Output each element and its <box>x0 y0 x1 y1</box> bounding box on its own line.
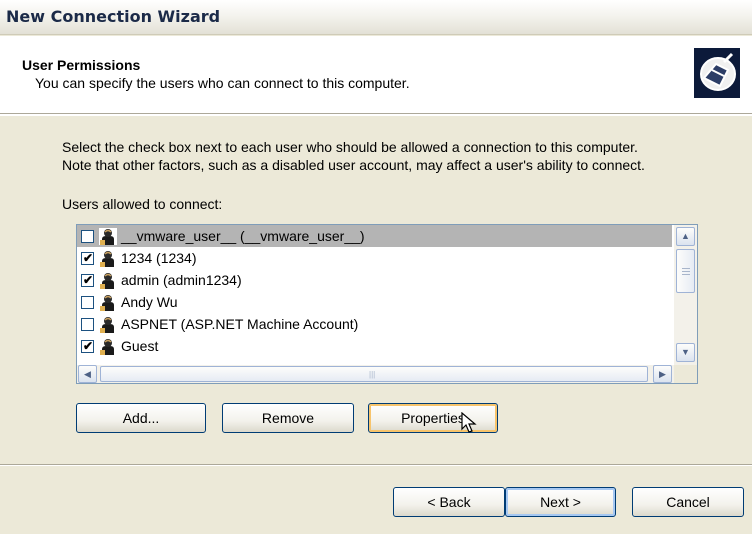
user-row[interactable]: ✔ admin (admin1234) <box>77 269 672 291</box>
user-row[interactable]: ASPNET (ASP.NET Machine Account) <box>77 313 672 335</box>
page-title: User Permissions <box>22 57 141 73</box>
user-icon <box>99 228 117 245</box>
header-divider <box>0 114 752 116</box>
user-checkbox[interactable] <box>81 230 94 243</box>
user-name: Guest <box>121 338 159 354</box>
user-row[interactable]: Andy Wu <box>77 291 672 313</box>
scroll-down-button[interactable]: ▼ <box>676 343 695 362</box>
user-checkbox[interactable] <box>81 296 94 309</box>
vertical-scrollbar[interactable]: ▲ ▼ <box>674 225 697 365</box>
next-button[interactable]: Next > <box>505 487 616 517</box>
add-user-button[interactable]: Add... <box>76 403 206 433</box>
vertical-scroll-thumb[interactable] <box>676 249 695 293</box>
user-icon <box>99 338 117 355</box>
user-checkbox[interactable]: ✔ <box>81 251 94 265</box>
title-bar: New Connection Wizard <box>0 0 752 35</box>
horizontal-scroll-thumb[interactable]: ||| <box>100 366 648 382</box>
user-row[interactable]: ✔ Guest <box>77 335 672 357</box>
footer-separator <box>0 464 752 466</box>
users-listbox[interactable]: __vmware_user__ (__vmware_user__) ✔ 1234 (… <box>76 224 698 384</box>
instructions-line-2: Note that other factors, such as a disab… <box>62 157 645 173</box>
user-name: Andy Wu <box>121 294 178 310</box>
user-checkbox[interactable] <box>81 318 94 331</box>
mouse-cursor-icon <box>461 412 477 433</box>
network-plug-icon <box>694 48 740 98</box>
horizontal-scrollbar[interactable]: ◀ ||| ▶ <box>77 365 674 383</box>
scroll-left-button[interactable]: ◀ <box>78 365 97 383</box>
user-row[interactable]: ✔ 1234 (1234) <box>77 247 672 269</box>
users-list-label: Users allowed to connect: <box>62 196 223 212</box>
user-checkbox[interactable]: ✔ <box>81 339 94 353</box>
scroll-right-button[interactable]: ▶ <box>653 365 672 383</box>
user-icon <box>99 316 117 333</box>
instructions: Select the check box next to each user w… <box>62 138 742 174</box>
user-icon <box>99 294 117 311</box>
user-icon <box>99 272 117 289</box>
users-list-rows: __vmware_user__ (__vmware_user__) ✔ 1234 (… <box>77 225 672 365</box>
user-checkbox[interactable]: ✔ <box>81 273 94 287</box>
user-name: admin (admin1234) <box>121 272 242 288</box>
user-row[interactable]: __vmware_user__ (__vmware_user__) <box>77 225 672 247</box>
user-name: ASPNET (ASP.NET Machine Account) <box>121 316 359 332</box>
back-button[interactable]: < Back <box>393 487 505 517</box>
user-icon <box>99 250 117 267</box>
wizard-header: User Permissions You can specify the use… <box>0 36 752 114</box>
window-title: New Connection Wizard <box>6 7 221 26</box>
remove-user-button[interactable]: Remove <box>222 403 354 433</box>
scroll-up-button[interactable]: ▲ <box>676 227 695 246</box>
user-name: __vmware_user__ (__vmware_user__) <box>121 228 365 244</box>
page-subtitle: You can specify the users who can connec… <box>35 75 410 91</box>
user-name: 1234 (1234) <box>121 250 197 266</box>
cancel-button[interactable]: Cancel <box>632 487 744 517</box>
scrollbar-corner <box>674 365 697 383</box>
instructions-line-1: Select the check box next to each user w… <box>62 139 638 155</box>
